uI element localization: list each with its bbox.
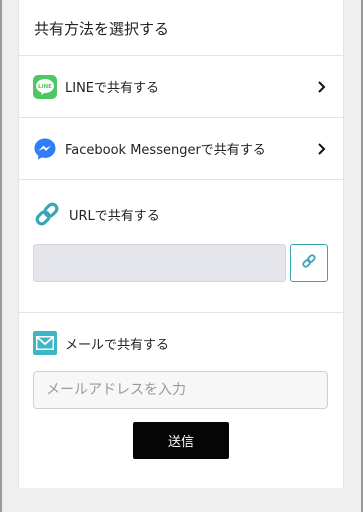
chevron-right-icon [315, 80, 329, 94]
copy-url-button[interactable] [290, 244, 328, 282]
url-field[interactable] [33, 244, 286, 282]
messenger-icon [33, 137, 57, 161]
share-messenger-row[interactable]: Facebook Messengerで共有する [19, 118, 343, 180]
url-share-section: URLで共有する [19, 180, 343, 313]
link-icon [33, 200, 61, 228]
window-edge-left [0, 0, 2, 512]
mail-share-label: メールで共有する [65, 337, 170, 353]
chevron-right-icon [315, 142, 329, 156]
share-line-label: LINEで共有する [65, 81, 160, 96]
line-icon-text: LINE [38, 84, 52, 90]
email-field[interactable] [33, 371, 328, 409]
mail-icon [33, 331, 57, 355]
url-share-label: URLで共有する [69, 208, 160, 224]
mail-share-section: メールで共有する 送信 [19, 313, 343, 459]
share-panel: 共有方法を選択する LINE LINEで共有する Facebook Messen… [18, 0, 344, 488]
link-icon [301, 253, 317, 273]
page-title: 共有方法を選択する [19, 0, 343, 56]
share-messenger-label: Facebook Messengerで共有する [65, 143, 266, 158]
share-line-row[interactable]: LINE LINEで共有する [19, 56, 343, 118]
send-button[interactable]: 送信 [133, 422, 229, 459]
line-icon: LINE [33, 74, 57, 99]
